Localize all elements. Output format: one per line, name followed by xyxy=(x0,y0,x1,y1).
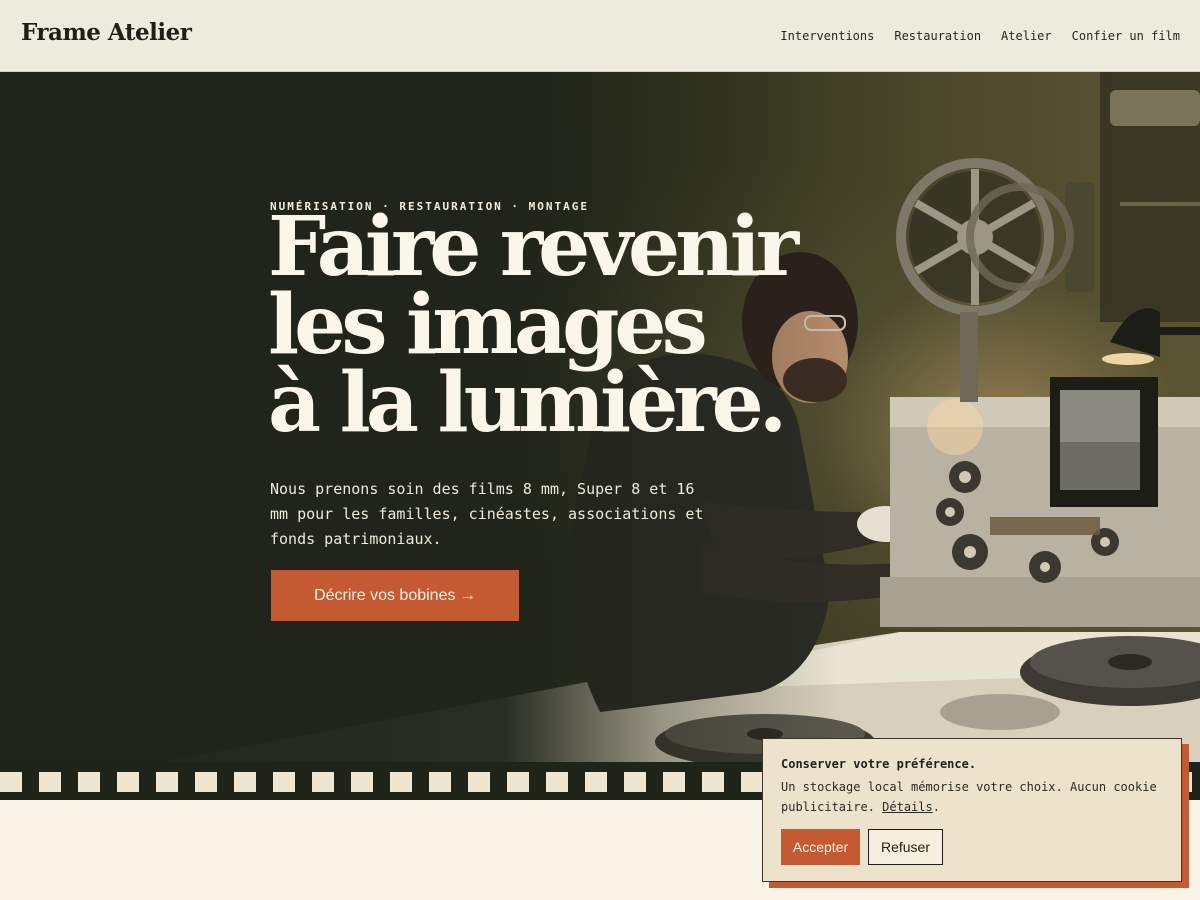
film-sprocket-hole xyxy=(117,772,139,792)
film-sprocket-hole xyxy=(468,772,490,792)
film-sprocket-hole xyxy=(585,772,607,792)
film-sprocket-hole xyxy=(624,772,646,792)
film-sprocket-hole xyxy=(390,772,412,792)
film-sprocket-hole xyxy=(195,772,217,792)
cookie-text: Un stockage local mémorise votre choix. … xyxy=(781,777,1163,817)
film-sprocket-hole xyxy=(546,772,568,792)
describe-reels-button[interactable]: Décrire vos bobines → xyxy=(271,570,519,621)
film-sprocket-hole xyxy=(702,772,724,792)
film-sprocket-hole xyxy=(78,772,100,792)
cookie-accept-button[interactable]: Accepter xyxy=(781,829,860,865)
nav-link-interventions[interactable]: Interventions xyxy=(780,29,874,43)
film-sprocket-hole xyxy=(39,772,61,792)
nav-link-restauration[interactable]: Restauration xyxy=(894,29,981,43)
film-sprocket-hole xyxy=(0,772,22,792)
cookie-refuse-button[interactable]: Refuser xyxy=(868,829,943,865)
film-sprocket-hole xyxy=(429,772,451,792)
film-sprocket-hole xyxy=(273,772,295,792)
hero-headline: Faire revenir les images à la lumière. xyxy=(268,199,828,451)
hero-section: NUMÉRISATION · RESTAURATION · MONTAGE Fa… xyxy=(0,72,1200,770)
cookie-details-link[interactable]: Détails xyxy=(882,800,933,814)
film-sprocket-hole xyxy=(741,772,763,792)
main-nav: Interventions Restauration Atelier Confi… xyxy=(780,29,1180,43)
nav-link-confier-un-film[interactable]: Confier un film xyxy=(1072,29,1180,43)
site-logo[interactable]: Frame Atelier xyxy=(21,19,192,46)
film-sprocket-hole xyxy=(663,772,685,792)
film-sprocket-hole xyxy=(351,772,373,792)
film-sprocket-hole xyxy=(234,772,256,792)
cookie-description: Un stockage local mémorise votre choix. … xyxy=(781,780,1157,814)
cookie-title: Conserver votre préférence. xyxy=(781,757,977,771)
nav-link-atelier[interactable]: Atelier xyxy=(1001,29,1052,43)
cookie-text-period: . xyxy=(932,800,940,814)
film-sprocket-hole xyxy=(312,772,334,792)
hero-headline-line-2: les images xyxy=(268,277,708,373)
hero-lead: Nous prenons soin des films 8 mm, Super … xyxy=(270,480,704,548)
site-header: Frame Atelier Interventions Restauration… xyxy=(0,0,1200,72)
hero-headline-line-3: à la lumière. xyxy=(268,355,787,451)
film-sprocket-hole xyxy=(507,772,529,792)
cookie-actions: Accepter Refuser xyxy=(781,829,943,865)
hero-headline-line-1: Faire revenir xyxy=(268,199,799,295)
film-sprocket-hole xyxy=(156,772,178,792)
cookie-banner: Conserver votre préférence. Un stockage … xyxy=(762,738,1182,882)
